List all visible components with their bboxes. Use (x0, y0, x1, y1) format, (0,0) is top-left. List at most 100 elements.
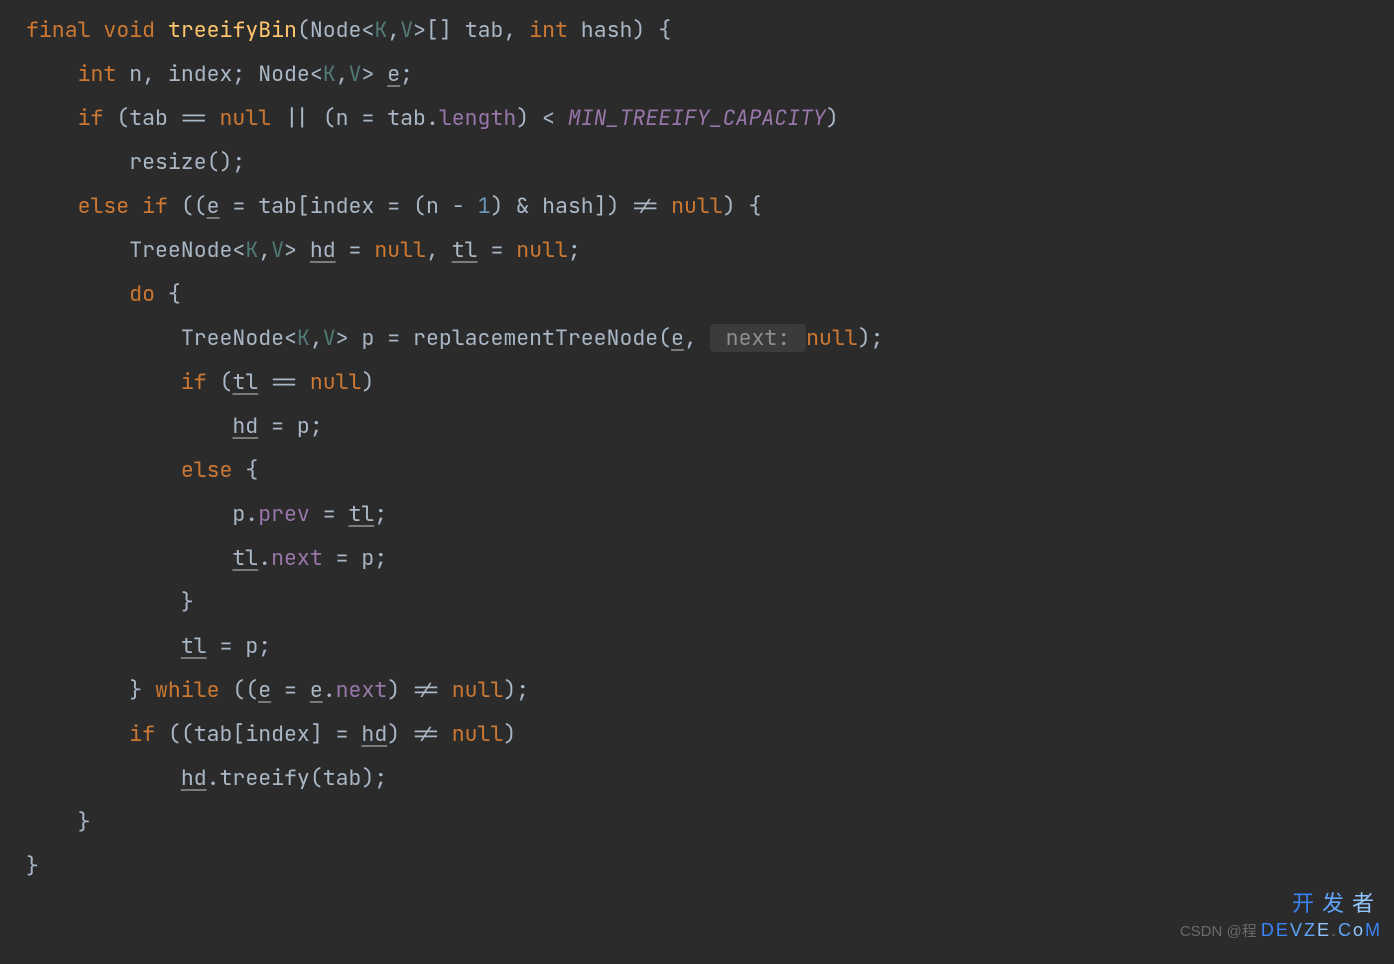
code-line[interactable]: int n, index; Node<K,V> e; (0, 52, 1394, 96)
keyword-null: null (374, 236, 426, 264)
brand-char: Z (1304, 920, 1317, 940)
keyword-void: void (103, 16, 155, 44)
code-line[interactable]: final void treeifyBin(Node<K,V>[] tab, i… (0, 8, 1394, 52)
text: ) != (387, 676, 452, 704)
punct: ; (400, 60, 413, 88)
keyword-null: null (452, 676, 504, 704)
type-param: K (297, 324, 310, 352)
var-tl: tl (452, 236, 478, 264)
text: = (478, 236, 517, 264)
method-call: treeify (220, 764, 310, 792)
keyword-if: if (129, 720, 155, 748)
type-treenode: TreeNode (181, 324, 284, 352)
punct: < (284, 324, 297, 352)
code-line[interactable]: } while ((e = e.next) != null); (0, 668, 1394, 712)
code-line[interactable]: tl = p; (0, 624, 1394, 668)
code-line[interactable]: hd = p; (0, 404, 1394, 448)
type-param: V (400, 16, 413, 44)
text: [] tab, (426, 16, 529, 44)
text: ) & hash]) != (490, 192, 671, 220)
brand-char: M (1365, 920, 1382, 940)
code-line[interactable]: } (0, 580, 1394, 624)
type-param: K (323, 60, 336, 88)
field-length: length (439, 104, 516, 132)
var-e: e (671, 324, 684, 352)
text: == (258, 368, 310, 396)
keyword-null: null (220, 104, 272, 132)
punct: ; (568, 236, 581, 264)
code-line[interactable]: hd.treeify(tab); (0, 756, 1394, 800)
keyword-if: if (78, 104, 104, 132)
text: = tab[index = (n - (220, 192, 478, 220)
code-line[interactable]: if (tl == null) (0, 360, 1394, 404)
parameter-hint: next: (710, 324, 806, 352)
code-line[interactable]: if (tab == null || (n = tab.length) < MI… (0, 96, 1394, 140)
punct: , (387, 16, 400, 44)
type-param: V (349, 60, 362, 88)
code-line[interactable]: TreeNode<K,V> p = replacementTreeNode(e,… (0, 316, 1394, 360)
code-line[interactable]: } (0, 800, 1394, 844)
punct: > (413, 16, 426, 44)
brand-char: E (1317, 920, 1331, 940)
code-line[interactable]: do { (0, 272, 1394, 316)
punct: ; (374, 500, 387, 528)
text: > (361, 60, 387, 88)
keyword-if: if (181, 368, 207, 396)
text: ); (503, 676, 529, 704)
text: . (323, 676, 336, 704)
punct: < (361, 16, 374, 44)
text: ) < (516, 104, 568, 132)
text: (tab == (103, 104, 219, 132)
keyword-else: else (181, 456, 233, 484)
keyword-null: null (310, 368, 362, 396)
code-line[interactable]: if ((tab[index] = hd) != null) (0, 712, 1394, 756)
text: ) (361, 368, 374, 396)
type-node: Node (310, 16, 362, 44)
var-tl: tl (232, 544, 258, 572)
code-line[interactable]: p.prev = tl; (0, 492, 1394, 536)
brand-char: C (1338, 920, 1353, 940)
code-line[interactable]: else { (0, 448, 1394, 492)
keyword-int: int (529, 16, 568, 44)
code-line[interactable]: } (0, 844, 1394, 888)
keyword-do: do (129, 280, 155, 308)
var-e: e (310, 676, 323, 704)
var-tl: tl (349, 500, 375, 528)
text: = (310, 500, 349, 528)
constant: MIN_TREEIFY_CAPACITY (568, 104, 826, 132)
brand-char: D (1261, 920, 1276, 940)
type-param: K (374, 16, 387, 44)
punct: ( (297, 16, 310, 44)
code-line[interactable]: tl.next = p; (0, 536, 1394, 580)
type-param: V (323, 324, 336, 352)
text: = p; (323, 544, 388, 572)
var-hd: hd (310, 236, 336, 264)
type-param: V (271, 236, 284, 264)
text: > p = replacementTreeNode( (336, 324, 671, 352)
keyword-null: null (452, 720, 504, 748)
punct: , (310, 324, 323, 352)
brace: { (155, 280, 181, 308)
code-line[interactable]: TreeNode<K,V> hd = null, tl = null; (0, 228, 1394, 272)
text: (( (168, 192, 207, 220)
type-treenode: TreeNode (129, 236, 232, 264)
text: = p; (207, 632, 272, 660)
var-hd: hd (232, 412, 258, 440)
brand-char: V (1290, 920, 1304, 940)
brace: } (129, 676, 155, 704)
text: ( (207, 368, 233, 396)
text: . (258, 544, 271, 572)
hint-label: next: (713, 324, 803, 352)
brace: } (181, 588, 194, 616)
brace: { (232, 456, 258, 484)
code-line[interactable]: resize(); (0, 140, 1394, 184)
watermark-csdn: CSDN @程 (1180, 923, 1257, 940)
text: . (207, 764, 220, 792)
field-next: next (336, 676, 388, 704)
text: ); (858, 324, 884, 352)
brace: } (26, 852, 39, 880)
text: p. (232, 500, 258, 528)
code-line[interactable]: else if ((e = tab[index = (n - 1) & hash… (0, 184, 1394, 228)
code-editor[interactable]: final void treeifyBin(Node<K,V>[] tab, i… (0, 0, 1394, 964)
var-e: e (258, 676, 271, 704)
